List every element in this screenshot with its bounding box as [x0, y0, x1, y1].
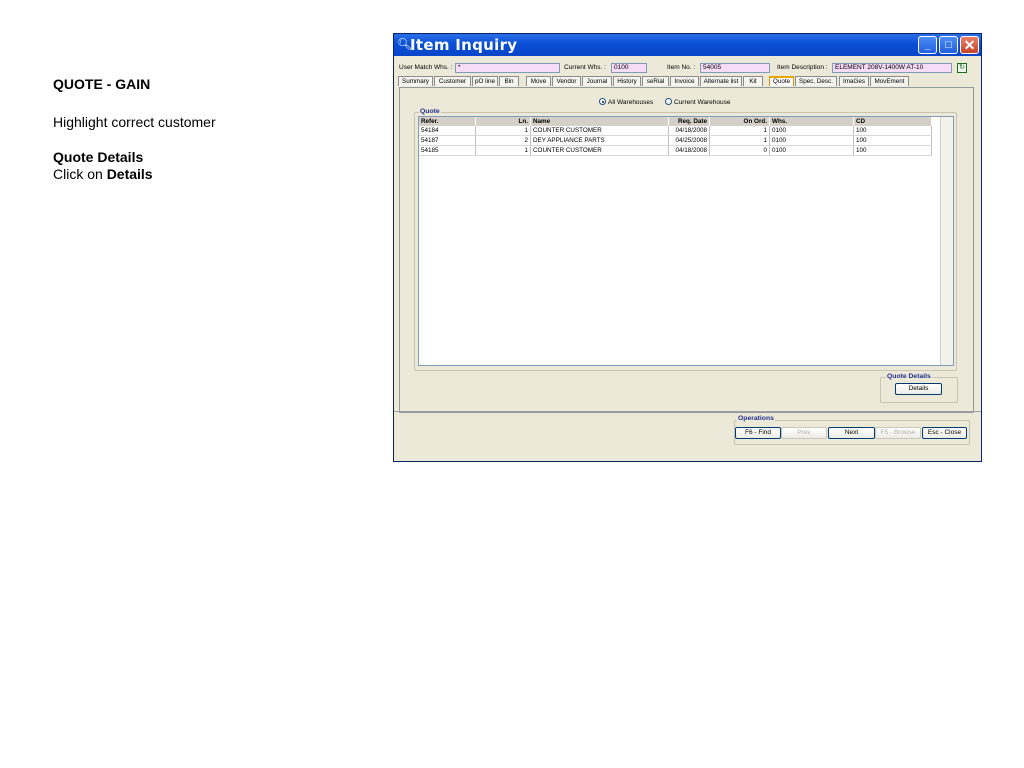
- radio-current-warehouse[interactable]: Current Warehouse: [665, 98, 730, 106]
- cell-ln: 1: [475, 126, 531, 136]
- notes-instruction: Highlight correct customer: [53, 114, 216, 130]
- divider: [394, 411, 981, 412]
- cell-ln: 2: [475, 135, 531, 146]
- radio-unselected-icon: [665, 98, 672, 105]
- next-button[interactable]: Next: [828, 427, 875, 439]
- notes-title: QUOTE - GAIN: [53, 76, 151, 92]
- table-row[interactable]: 54187 2 DEY APPLIANCE PARTS 04/25/2008 1…: [419, 135, 932, 146]
- cell-cd: 100: [853, 145, 932, 156]
- grid-scrollbar[interactable]: [940, 117, 953, 365]
- quote-details-group-label: Quote Details: [886, 373, 932, 380]
- details-button[interactable]: Details: [895, 383, 942, 395]
- tab-po-line[interactable]: pO line: [472, 76, 498, 86]
- tab-bin[interactable]: Bin: [499, 76, 519, 86]
- cell-req-date: 04/25/2008: [668, 135, 710, 146]
- cell-refer: 54185: [419, 145, 476, 156]
- tab-images[interactable]: ImaGes: [839, 76, 869, 86]
- maximize-button[interactable]: □: [939, 36, 958, 54]
- tab-summary[interactable]: Summary: [398, 76, 433, 86]
- cell-on-ord: 0: [709, 145, 770, 156]
- title-bar[interactable]: 🔍︎ Item Inquiry _ □ ✕: [394, 34, 981, 56]
- tab-history[interactable]: History: [613, 76, 641, 86]
- item-no-label: Item No. :: [667, 64, 696, 71]
- notes-click-prefix: Click on: [53, 166, 103, 182]
- quote-table: Refer. Ln. Name Req. Date On Ord. Whs. C…: [419, 117, 932, 156]
- tab-kit[interactable]: Kit: [743, 76, 763, 86]
- col-ln[interactable]: Ln.: [475, 117, 531, 126]
- cell-whs: 0100: [769, 135, 854, 146]
- tab-serial[interactable]: seRial: [642, 76, 669, 86]
- user-match-field[interactable]: *: [455, 63, 560, 73]
- table-row[interactable]: 54184 1 COUNTER CUSTOMER 04/18/2008 1 01…: [419, 126, 932, 136]
- table-header-row: Refer. Ln. Name Req. Date On Ord. Whs. C…: [419, 117, 932, 126]
- item-description-label: Item Description :: [777, 64, 828, 71]
- table-row[interactable]: 54185 1 COUNTER CUSTOMER 04/18/2008 0 01…: [419, 145, 932, 156]
- cell-name: DEY APPLIANCE PARTS: [530, 135, 669, 146]
- item-no-field[interactable]: 54005: [700, 63, 770, 73]
- cell-whs: 0100: [769, 126, 854, 136]
- notes-click-line: Click on Details: [53, 166, 353, 183]
- close-button[interactable]: ✕: [960, 36, 979, 54]
- tab-quote[interactable]: Quote: [769, 76, 794, 86]
- cell-name: COUNTER CUSTOMER: [530, 145, 669, 156]
- cell-req-date: 04/18/2008: [668, 145, 710, 156]
- item-inquiry-window: 🔍︎ Item Inquiry _ □ ✕ User Match Whs. : …: [393, 33, 982, 462]
- prev-button[interactable]: Prev: [781, 427, 827, 439]
- col-name[interactable]: Name: [530, 117, 669, 126]
- notes-details-heading: Quote Details: [53, 149, 144, 165]
- quote-group-label: Quote: [419, 108, 441, 115]
- current-whs-label: Current Whs. :: [564, 64, 606, 71]
- tab-movement[interactable]: MovEment: [870, 76, 909, 86]
- cell-cd: 100: [853, 126, 932, 136]
- radio-current-warehouse-label: Current Warehouse: [674, 99, 731, 106]
- cell-ln: 1: [475, 145, 531, 156]
- cell-req-date: 04/18/2008: [668, 126, 710, 136]
- col-on-ord[interactable]: On Ord.: [709, 117, 770, 126]
- tab-journal[interactable]: Journal: [582, 76, 612, 86]
- tab-vendor[interactable]: Vendor: [552, 76, 581, 86]
- cell-refer: 54187: [419, 135, 476, 146]
- tab-spec-desc[interactable]: Spec. Desc.: [795, 76, 837, 86]
- cell-whs: 0100: [769, 145, 854, 156]
- radio-all-warehouses[interactable]: All Warehouses: [599, 98, 653, 106]
- browse-button[interactable]: F5 - Browse: [875, 427, 921, 439]
- user-match-label: User Match Whs. :: [399, 64, 453, 71]
- cell-cd: 100: [853, 135, 932, 146]
- find-button[interactable]: F6 - Find: [735, 427, 781, 439]
- current-whs-field[interactable]: 0100: [611, 63, 647, 73]
- cell-on-ord: 1: [709, 135, 770, 146]
- quote-grid[interactable]: Refer. Ln. Name Req. Date On Ord. Whs. C…: [418, 116, 954, 366]
- cell-on-ord: 1: [709, 126, 770, 136]
- tab-customer[interactable]: Customer: [434, 76, 471, 86]
- item-description-field[interactable]: ELEMENT 208V-1400W AT-10: [832, 63, 952, 73]
- notes-click-target: Details: [106, 166, 153, 182]
- minimize-button[interactable]: _: [918, 36, 937, 54]
- radio-all-warehouses-label: All Warehouses: [608, 99, 654, 106]
- tab-alternate-list[interactable]: Alternate list: [700, 76, 742, 86]
- operations-group-label: Operations: [737, 415, 775, 422]
- cell-refer: 54184: [419, 126, 476, 136]
- instruction-notes: QUOTE - GAIN Highlight correct customer …: [53, 76, 353, 183]
- esc-close-button[interactable]: Esc - Close: [922, 427, 967, 439]
- col-refer[interactable]: Refer.: [419, 117, 476, 126]
- col-req-date[interactable]: Req. Date: [668, 117, 710, 126]
- tab-invoice[interactable]: Invoice: [670, 76, 699, 86]
- cell-name: COUNTER CUSTOMER: [530, 126, 669, 136]
- col-whs[interactable]: Whs.: [769, 117, 854, 126]
- radio-selected-icon: [599, 98, 606, 105]
- col-cd[interactable]: CD: [853, 117, 932, 126]
- window-title: Item Inquiry: [410, 36, 518, 54]
- refresh-icon[interactable]: ↻: [957, 63, 967, 73]
- tab-move[interactable]: Move: [526, 76, 551, 86]
